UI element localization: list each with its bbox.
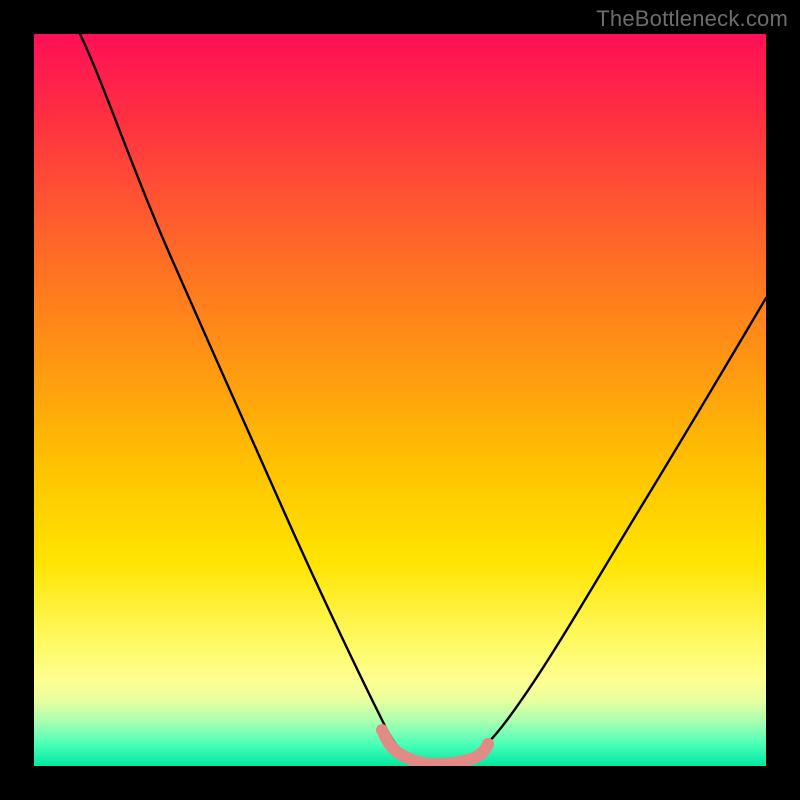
v-curve [80,34,766,761]
tolerance-dot [376,724,388,736]
curve-layer [34,34,766,766]
watermark-text: TheBottleneck.com [596,6,788,32]
plot-area [34,34,766,766]
tolerance-band [384,734,488,764]
chart-frame: TheBottleneck.com [0,0,800,800]
